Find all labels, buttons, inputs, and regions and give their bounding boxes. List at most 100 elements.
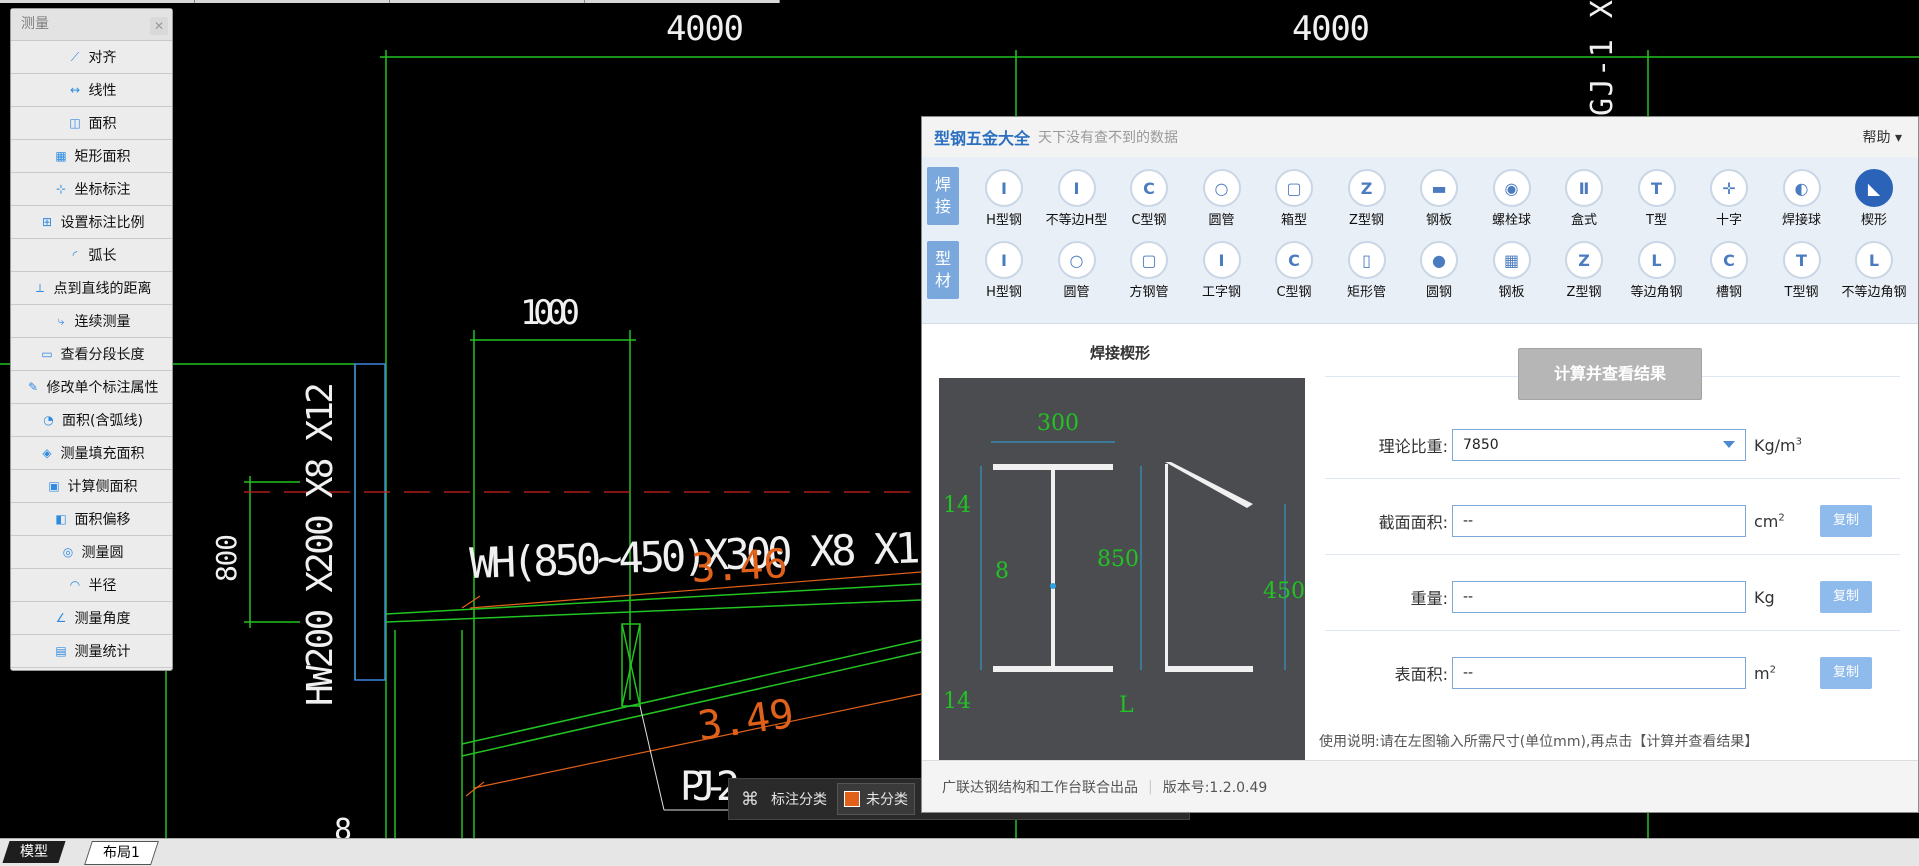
shape-tool[interactable]: ◐ 焊接球 (1766, 169, 1838, 228)
dim-top-width[interactable]: 300 (1037, 411, 1079, 436)
category-select[interactable]: 未分类 (837, 783, 915, 815)
measure-item[interactable]: ⊹ 坐标标注 (11, 173, 172, 206)
dim-web[interactable]: 8 (995, 559, 1009, 584)
row-label-profile: 型材 (927, 241, 959, 299)
footer-company: 广联达钢结构和工作台联合出品 (942, 779, 1138, 796)
area-offset-icon: ◧ (55, 512, 67, 526)
shape-label: 楔形 (1860, 213, 1887, 228)
measure-item[interactable]: ▤ 测量统计 (11, 635, 172, 668)
shape-label: 槽钢 (1715, 285, 1742, 300)
measure-panel: 测量 ✕ ⟋ 对齐 ↔ 线性 ◫ 面积 ▦ 矩形面积 ⊹ 坐标标注 ⊞ 设置标注比例 ◜ 弧长 ⟂ 点到直线的… (10, 8, 173, 671)
measure-item[interactable]: ◈ 测量填充面积 (11, 437, 172, 470)
shape-tool[interactable]: ✛ 十字 (1693, 169, 1765, 228)
shape-tool[interactable]: C 槽钢 (1693, 241, 1765, 300)
shape-icon: L (1637, 241, 1676, 279)
measure-item[interactable]: ⟂ 点到直线的距离 (11, 272, 172, 305)
measure-item[interactable]: ⊞ 设置标注比例 (11, 206, 172, 239)
result-field[interactable]: -- (1452, 657, 1746, 689)
measure-item[interactable]: ▣ 计算侧面积 (11, 470, 172, 503)
shape-tool[interactable]: ○ 圆管 (1041, 241, 1113, 300)
measure-item[interactable]: ◠ 半径 (11, 569, 172, 602)
tab-model[interactable]: 模型 (2, 841, 66, 863)
dim-flange-top[interactable]: 14 (943, 493, 971, 518)
shape-tool[interactable]: L 等边角钢 (1621, 241, 1693, 300)
help-menu[interactable]: 帮助 ▾ (1863, 127, 1902, 147)
radius-icon: ◠ (69, 578, 81, 592)
shape-tool[interactable]: Ⅰ H型钢 (968, 169, 1040, 228)
shape-icon: T (1782, 241, 1821, 279)
copy-button[interactable]: 复制 (1820, 657, 1872, 689)
dim-length[interactable]: L (1119, 693, 1134, 718)
shape-tool[interactable]: Ⅰ 工字钢 (1186, 241, 1258, 300)
shape-tool[interactable]: T T型 (1621, 169, 1693, 228)
dialog-header: 型钢五金大全 天下没有查不到的数据 帮助 ▾ (922, 117, 1918, 158)
continuous-measure-icon: ⤷ (57, 314, 65, 328)
form-row: 理论比重: 7850 Kg/m3 (1322, 428, 1810, 462)
measure-item[interactable]: ⤷ 连续测量 (11, 305, 172, 338)
shape-label: Z型钢 (1349, 213, 1384, 228)
linear-measure-icon: ↔ (69, 83, 81, 97)
category-color-swatch (844, 791, 860, 807)
shape-label: 十字 (1715, 213, 1742, 228)
dim-height[interactable]: 850 (1097, 547, 1139, 572)
copy-button[interactable]: 复制 (1820, 505, 1872, 537)
align-measure-icon: ⟋ (70, 50, 80, 64)
shape-tool[interactable]: ○ 圆管 (1186, 169, 1258, 228)
shape-tool[interactable]: Ⅱ 盒式 (1548, 169, 1620, 228)
shape-tool[interactable]: ◉ 螺栓球 (1476, 169, 1548, 228)
dim-4000-b: 4000 (1292, 9, 1370, 49)
measure-item[interactable]: ▦ 矩形面积 (11, 140, 172, 173)
measure-item[interactable]: ⟋ 对齐 (11, 41, 172, 74)
shape-tool[interactable]: ▬ 钢板 (1403, 169, 1475, 228)
measure-item[interactable]: ◫ 面积 (11, 107, 172, 140)
shape-tool[interactable]: ▦ 钢板 (1476, 241, 1548, 300)
shape-icon: ◐ (1782, 169, 1821, 207)
shape-icon: ◣ (1855, 169, 1893, 207)
measure-item[interactable]: ∠ 测量角度 (11, 602, 172, 635)
shape-tool[interactable]: ▢ 方钢管 (1113, 241, 1185, 300)
calculate-button[interactable]: 计算并查看结果 (1518, 348, 1702, 400)
shape-tool[interactable]: ◣ 楔形 (1838, 169, 1910, 228)
shape-label: 螺栓球 (1491, 213, 1531, 228)
copy-button[interactable]: 复制 (1820, 581, 1872, 613)
shape-icon: Ⅰ (1057, 169, 1096, 207)
measure-item[interactable]: ↔ 线性 (11, 74, 172, 107)
shape-tool[interactable]: ● 圆钢 (1403, 241, 1475, 300)
measure-panel-title: 测量 ✕ (11, 9, 172, 41)
shape-tool[interactable]: Z Z型钢 (1331, 169, 1403, 228)
dim-end-height[interactable]: 450 (1263, 579, 1305, 604)
measure-item[interactable]: ▭ 查看分段长度 (11, 338, 172, 371)
measure-item[interactable]: ◎ 测量圆 (11, 536, 172, 569)
result-field[interactable]: -- (1452, 581, 1746, 613)
close-icon[interactable]: ✕ (150, 17, 168, 35)
shape-tool[interactable]: C C型钢 (1258, 241, 1330, 300)
shape-tool[interactable]: Ⅰ H型钢 (968, 241, 1040, 300)
field-label: 表面积: (1394, 665, 1448, 684)
dim-flange-bottom[interactable]: 14 (943, 689, 971, 714)
result-field[interactable]: -- (1452, 505, 1746, 537)
measure-item[interactable]: ◜ 弧长 (11, 239, 172, 272)
measure-item[interactable]: ◔ 面积(含弧线) (11, 404, 172, 437)
chevron-down-icon[interactable] (1723, 441, 1735, 448)
shape-tool[interactable]: ▯ 矩形管 (1331, 241, 1403, 300)
app-slogan: 天下没有查不到的数据 (1038, 130, 1179, 146)
area-icon: ◫ (69, 116, 81, 130)
shape-icon: ▯ (1347, 241, 1386, 279)
shape-label: H型钢 (986, 285, 1022, 300)
category-grid-icon[interactable]: ⌘ (737, 789, 763, 810)
shape-tool[interactable]: C C型钢 (1113, 169, 1185, 228)
measure-item[interactable]: ◧ 面积偏移 (11, 503, 172, 536)
shape-label: 矩形管 (1346, 285, 1386, 300)
density-select[interactable]: 7850 (1452, 429, 1746, 461)
shape-icon: ● (1420, 241, 1458, 279)
shape-tool[interactable]: Ⅰ 不等边H型 (1041, 169, 1113, 228)
shape-tool[interactable]: ▢ 箱型 (1258, 169, 1330, 228)
field-label: 截面面积: (1378, 513, 1448, 532)
shape-tool[interactable]: L 不等边角钢 (1838, 241, 1910, 300)
steel-dialog: 型钢五金大全 天下没有查不到的数据 帮助 ▾ 焊接 型材 Ⅰ H型钢 Ⅰ 不等边H型 C… (921, 116, 1919, 813)
shape-tool[interactable]: T T型钢 (1766, 241, 1838, 300)
measure-item[interactable]: ✎ 修改单个标注属性 (11, 371, 172, 404)
shape-tool[interactable]: Z Z型钢 (1548, 241, 1620, 300)
tab-layout1[interactable]: 布局1 (84, 841, 159, 865)
value-3-46: 3.46 (690, 541, 789, 592)
